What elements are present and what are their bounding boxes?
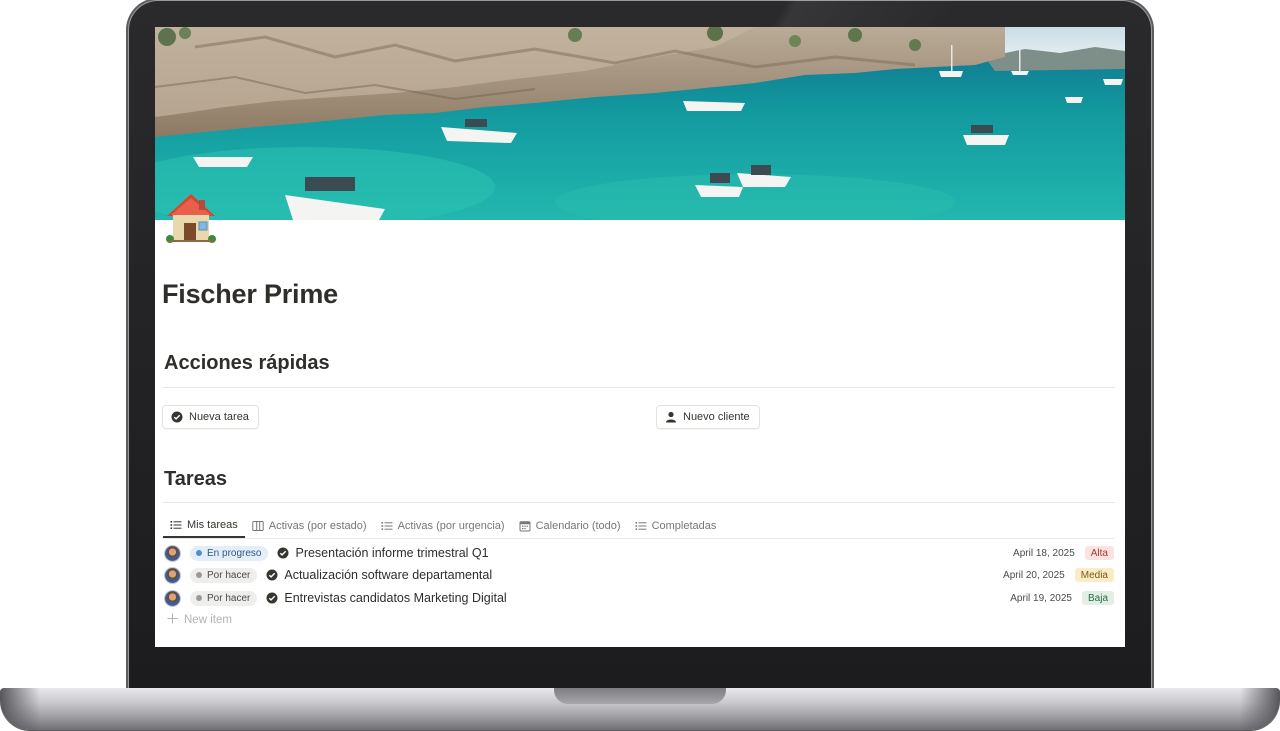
check-circle-icon: [171, 411, 183, 423]
new-task-button[interactable]: Nueva tarea: [162, 405, 259, 429]
status-label: Por hacer: [207, 592, 251, 604]
list-icon: [170, 519, 182, 531]
new-item-label: New item: [184, 614, 232, 626]
person-icon: [665, 411, 677, 423]
status-badge[interactable]: Por hacer: [190, 590, 258, 606]
status-dot-icon: [196, 595, 202, 601]
quick-actions-heading: Acciones rápidas: [164, 352, 330, 374]
house-emoji-drawing: [166, 194, 216, 243]
status-badge[interactable]: En progreso: [190, 545, 269, 561]
tab-label: Activas (por estado): [268, 520, 367, 532]
due-date: April 18, 2025: [1013, 547, 1075, 559]
house-icon[interactable]: [163, 190, 219, 250]
board-icon: [252, 520, 264, 532]
status-label: Por hacer: [207, 569, 251, 581]
priority-badge[interactable]: Baja: [1081, 591, 1114, 605]
priority-badge[interactable]: Media: [1074, 568, 1114, 582]
task-name[interactable]: Presentación informe trimestral Q1: [295, 546, 488, 560]
tab-label: Completadas: [651, 520, 717, 532]
cover-image[interactable]: [155, 27, 1125, 220]
status-dot-icon: [196, 550, 202, 556]
cover-seascape-illustration: [155, 27, 1125, 220]
list-icon: [381, 520, 393, 532]
priority-badge[interactable]: Alta: [1084, 546, 1114, 560]
tab-mis-tareas[interactable]: Mis tareas: [163, 514, 245, 538]
status-label: En progreso: [207, 547, 262, 559]
laptop-base-edge-right: [1240, 688, 1280, 730]
task-name[interactable]: Entrevistas candidatos Marketing Digital: [284, 591, 506, 605]
tab-activas-por-urgencia[interactable]: Activas (por urgencia): [374, 514, 512, 538]
tab-label: Activas (por urgencia): [397, 520, 505, 532]
table-row[interactable]: En progreso Presentación informe trimest…: [163, 542, 1115, 564]
plus-icon: [167, 613, 178, 627]
status-dot-icon: [196, 572, 202, 578]
avatar[interactable]: [165, 545, 180, 561]
laptop-base-edge-left: [0, 688, 40, 730]
tab-completadas[interactable]: Completadas: [628, 514, 724, 538]
laptop-opening-notch: [554, 688, 726, 704]
avatar[interactable]: [165, 567, 180, 583]
tab-calendario-todo[interactable]: Calendario (todo): [512, 514, 628, 538]
quick-actions-divider: [163, 387, 1115, 388]
task-name[interactable]: Actualización software departamental: [284, 568, 492, 582]
tab-activas-por-estado[interactable]: Activas (por estado): [245, 514, 374, 538]
avatar[interactable]: [165, 590, 180, 606]
new-client-button[interactable]: Nuevo cliente: [656, 405, 760, 429]
tab-label: Mis tareas: [187, 519, 238, 531]
tab-label: Calendario (todo): [535, 520, 621, 532]
list-icon: [635, 520, 647, 532]
due-date: April 19, 2025: [1010, 592, 1072, 604]
tabs-underline: [163, 538, 1115, 539]
check-circle-icon: [277, 547, 289, 559]
app-screen: Fischer Prime Acciones rápidas Nueva tar…: [155, 27, 1125, 647]
new-item-button[interactable]: New item: [167, 613, 232, 627]
view-tabs: Mis tareas Activas (por estado) Activas …: [163, 514, 1115, 539]
check-circle-icon: [266, 592, 278, 604]
new-task-label: Nueva tarea: [189, 411, 249, 423]
new-client-label: Nuevo cliente: [683, 411, 750, 423]
due-date: April 20, 2025: [1003, 569, 1065, 581]
status-badge[interactable]: Por hacer: [190, 567, 258, 583]
table-row[interactable]: Por hacer Actualización software departa…: [163, 564, 1115, 586]
table-row[interactable]: Por hacer Entrevistas candidatos Marketi…: [163, 587, 1115, 609]
tasks-divider: [163, 502, 1115, 503]
page-title[interactable]: Fischer Prime: [162, 279, 338, 310]
tasks-heading: Tareas: [164, 468, 228, 490]
check-circle-icon: [266, 569, 278, 581]
calendar-icon: [519, 520, 531, 532]
